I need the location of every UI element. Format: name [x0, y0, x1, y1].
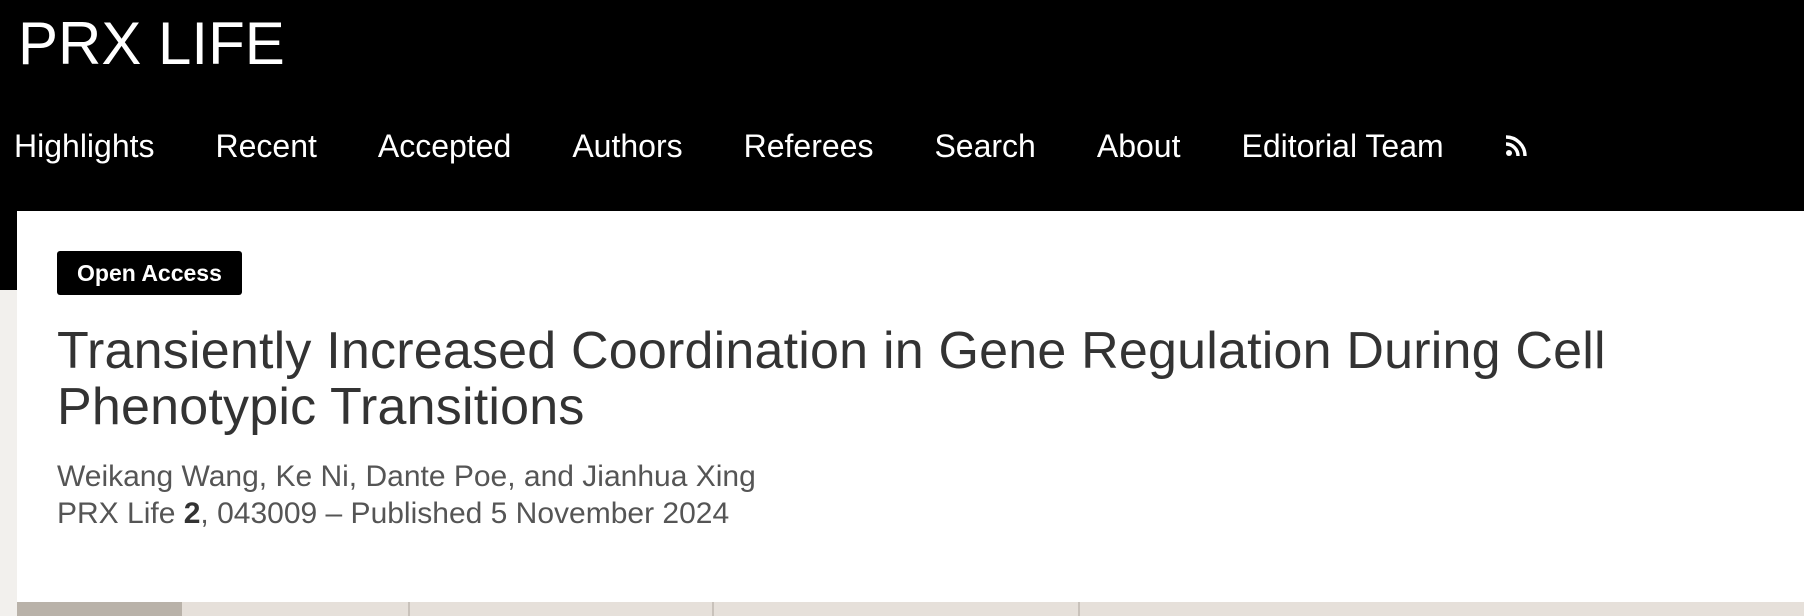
tab[interactable]: [714, 602, 1080, 616]
nav-referees[interactable]: Referees: [744, 118, 874, 174]
rss-feed-link[interactable]: [1501, 118, 1527, 174]
tab-active[interactable]: [17, 602, 182, 616]
nav-authors[interactable]: Authors: [572, 118, 682, 174]
nav-about[interactable]: About: [1097, 118, 1181, 174]
main-nav: Highlights Recent Accepted Authors Refer…: [0, 118, 1527, 174]
open-access-badge: Open Access: [57, 251, 242, 295]
article-authors[interactable]: Weikang Wang, Ke Ni, Dante Poe, and Jian…: [57, 459, 756, 495]
article-title: Transiently Increased Coordination in Ge…: [57, 322, 1606, 436]
citation-details: , 043009 – Published 5 November 2024: [200, 497, 730, 530]
nav-recent[interactable]: Recent: [216, 118, 317, 174]
tab[interactable]: [182, 602, 410, 616]
article-card: Open Access Transiently Increased Coordi…: [17, 211, 1804, 616]
site-logo[interactable]: PRX LIFE: [18, 8, 285, 80]
journal-name[interactable]: PRX Life: [57, 497, 175, 530]
nav-search[interactable]: Search: [934, 118, 1035, 174]
publication-info: PRX Life 2, 043009 – Published 5 Novembe…: [57, 496, 729, 532]
tab[interactable]: [410, 602, 714, 616]
nav-highlights[interactable]: Highlights: [14, 118, 155, 174]
nav-editorial-team[interactable]: Editorial Team: [1241, 118, 1443, 174]
journal-volume: 2: [183, 497, 201, 530]
nav-accepted[interactable]: Accepted: [378, 118, 511, 174]
rss-feed-icon: [1505, 135, 1527, 157]
article-tab-bar: [17, 602, 1804, 616]
